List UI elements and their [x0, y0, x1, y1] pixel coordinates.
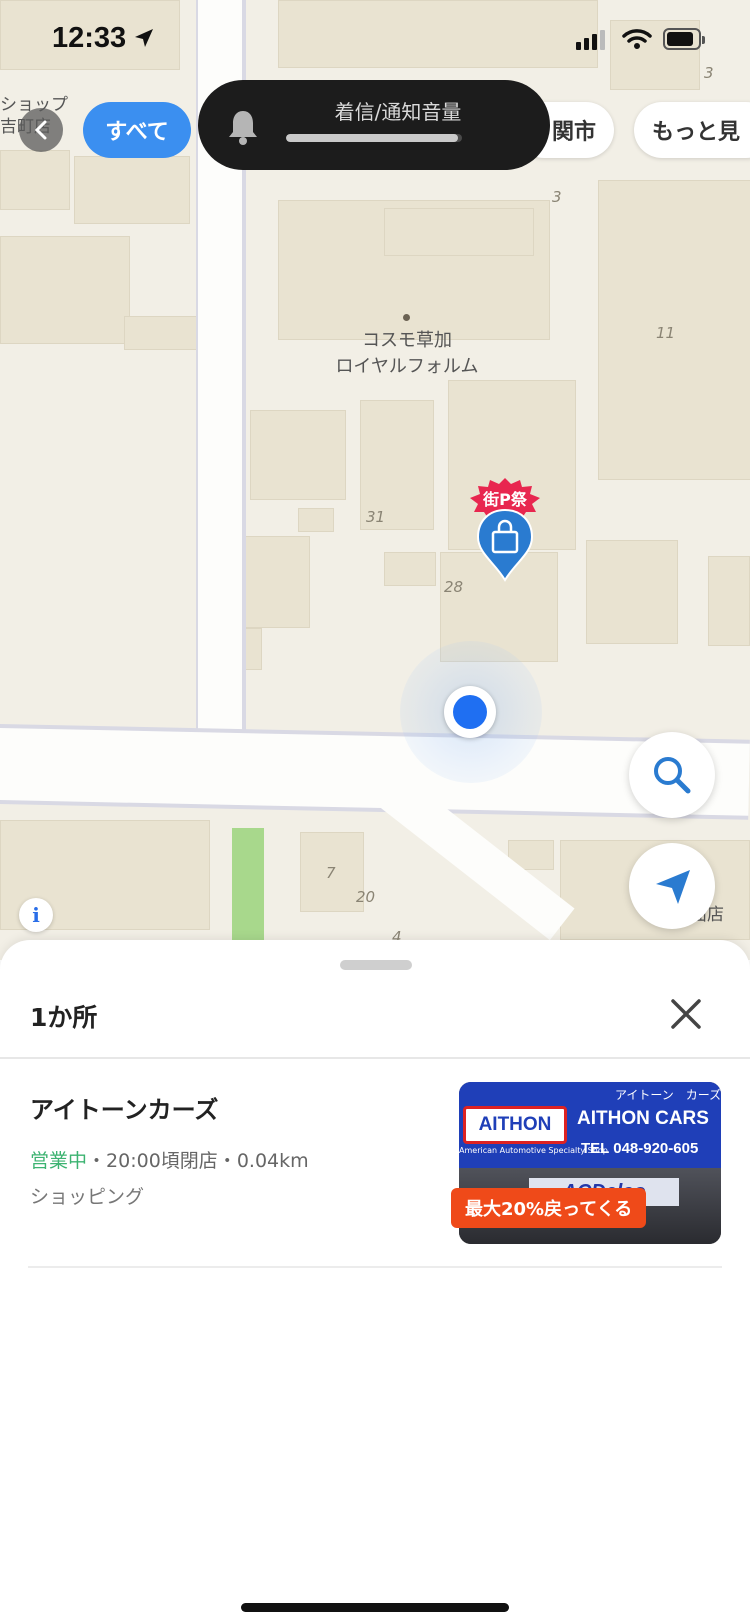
volume-hud: 着信/通知音量 — [198, 80, 550, 170]
poi-label[interactable]: コスモ草加 ロイヤルフォルム — [300, 328, 514, 380]
map-building — [586, 540, 678, 644]
cellular-signal-icon — [576, 30, 605, 50]
map-building — [384, 208, 534, 256]
category-chip-more[interactable]: もっと見 — [634, 102, 750, 158]
place-meta: 営業中・20:00頃閉店・0.04km — [30, 1146, 309, 1173]
place-hours: 20:00頃閉店 — [106, 1150, 218, 1172]
photo-sign-kana: アイトーン カーズ — [615, 1088, 721, 1102]
close-icon[interactable] — [664, 992, 708, 1036]
shop-pin[interactable]: 街P祭 — [468, 478, 542, 584]
meta-separator: ・ — [87, 1150, 107, 1172]
block-number: 7 — [326, 864, 336, 882]
block-number: 11 — [656, 324, 676, 342]
block-number: 3 — [552, 188, 562, 206]
block-number: 31 — [366, 508, 386, 526]
map-building — [238, 536, 310, 628]
place-distance: 0.04km — [236, 1150, 309, 1172]
volume-slider-fill — [286, 134, 459, 142]
results-count: 1か所 — [30, 1003, 98, 1032]
volume-slider[interactable] — [286, 134, 462, 142]
map-building — [278, 0, 598, 68]
poi-label-line2: ロイヤルフォルム — [335, 356, 479, 377]
status-time: 12:33 — [52, 22, 127, 54]
shopping-bag-icon — [476, 508, 534, 582]
meta-separator: ・ — [217, 1150, 237, 1172]
map-building — [250, 410, 346, 500]
place-category: ショッピング — [30, 1186, 145, 1208]
list-divider — [28, 1266, 722, 1268]
map-building — [384, 552, 436, 586]
map-building — [74, 156, 190, 224]
photo-sign-logo: AITHON — [463, 1106, 567, 1144]
results-sheet[interactable]: 1か所 アイトーンカーズ 営業中・20:00頃閉店・0.04km ショッピング … — [0, 940, 750, 1624]
map-building — [708, 556, 750, 646]
battery-icon — [663, 28, 705, 50]
map-building — [0, 236, 130, 344]
block-number: 3 — [704, 64, 714, 82]
poi-label-line1: コスモ草加 — [362, 330, 452, 351]
wifi-icon — [622, 29, 652, 49]
map-building — [0, 150, 70, 210]
back-button[interactable] — [19, 108, 63, 152]
chevron-left-icon — [34, 120, 47, 140]
current-location-dot[interactable] — [444, 686, 496, 738]
volume-hud-label: 着信/通知音量 — [334, 100, 462, 124]
photo-sign-brand: AITHON CARS — [577, 1108, 709, 1129]
map-info-button[interactable]: i — [19, 898, 53, 932]
bell-icon — [229, 111, 257, 145]
photo-sign-tel: TEL 048-920-605 — [581, 1140, 699, 1157]
poi-dot — [403, 314, 410, 321]
search-icon — [654, 757, 691, 794]
block-number: 20 — [356, 888, 376, 906]
place-open-status: 営業中 — [30, 1150, 88, 1172]
sheet-grabber[interactable] — [340, 960, 412, 970]
home-indicator[interactable] — [241, 1603, 509, 1612]
map-building — [124, 316, 202, 350]
category-chip-all[interactable]: すべて — [83, 102, 191, 158]
sheet-divider — [0, 1057, 750, 1059]
map-search-button[interactable] — [629, 732, 715, 818]
current-location-button[interactable] — [629, 843, 715, 929]
pin-badge-label: 街P祭 — [483, 490, 527, 509]
cashback-promo-badge: 最大20%戻ってくる — [451, 1188, 647, 1228]
navigation-arrow-icon — [656, 870, 690, 904]
place-name: アイトーンカーズ — [30, 1096, 219, 1124]
place-list-item[interactable]: アイトーンカーズ 営業中・20:00頃閉店・0.04km ショッピング アイトー… — [0, 1060, 750, 1266]
block-number: 28 — [444, 578, 464, 596]
location-arrow-icon — [135, 29, 153, 47]
map-building — [298, 508, 334, 532]
